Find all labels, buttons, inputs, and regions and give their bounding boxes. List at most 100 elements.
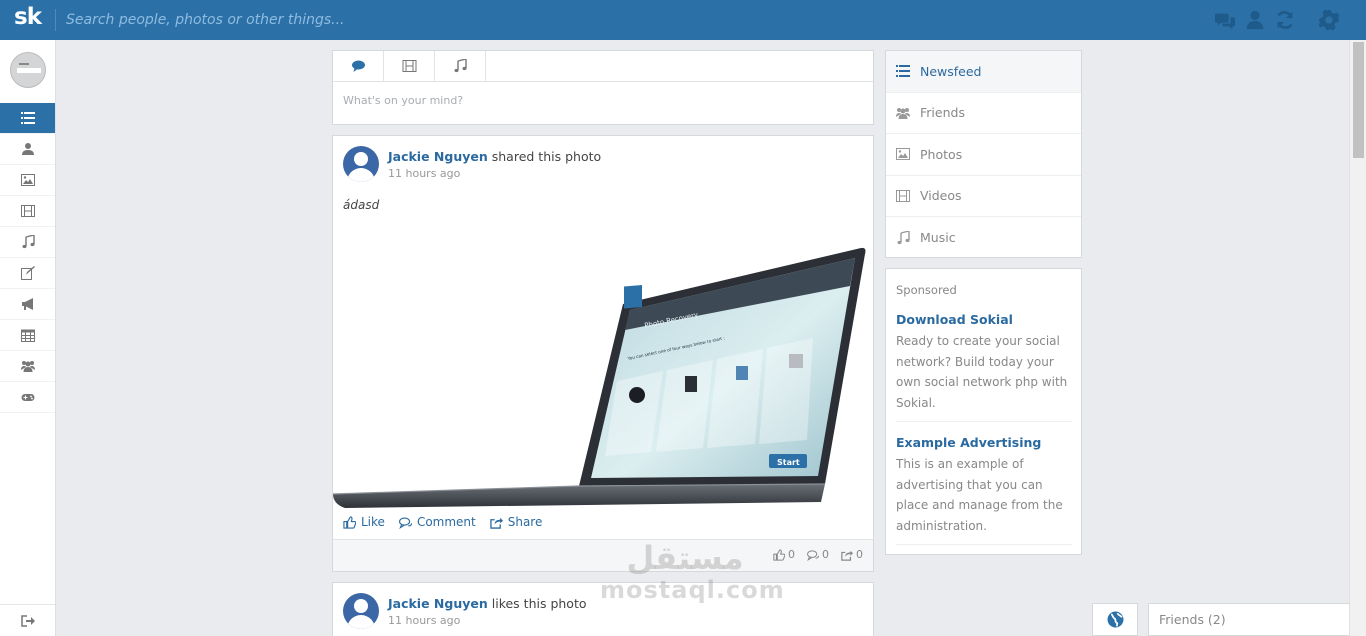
app-logo[interactable]: sk xyxy=(14,4,42,30)
sponsored-panel: Sponsored Download Sokial Ready to creat… xyxy=(885,268,1082,555)
globe-icon xyxy=(1107,611,1123,628)
sidebar-item-games[interactable] xyxy=(0,382,55,413)
chat-globe-button[interactable] xyxy=(1092,603,1138,636)
right-menu-videos[interactable]: Videos xyxy=(886,176,1081,217)
comment-button[interactable]: Comment xyxy=(398,515,476,529)
chat-friends-bar[interactable]: Friends (2) xyxy=(1148,603,1352,636)
avatar[interactable] xyxy=(10,52,46,88)
right-menu-label: Photos xyxy=(920,146,963,162)
users-icon xyxy=(20,361,35,372)
right-nav-menu: Newsfeed Friends Photos Videos Music xyxy=(885,50,1082,258)
ad-item: Example Advertising This is an example o… xyxy=(896,435,1072,536)
sidebar-item-photos[interactable] xyxy=(0,165,55,196)
sidebar-item-profile[interactable] xyxy=(0,134,55,165)
ad-title-link[interactable]: Example Advertising xyxy=(896,435,1072,450)
app-logo-graphic xyxy=(624,284,642,309)
tab-status[interactable] xyxy=(333,51,384,81)
thumbs-up-icon xyxy=(773,548,785,561)
like-label: Like xyxy=(361,515,385,529)
status-input[interactable] xyxy=(343,94,863,107)
sidebar-item-music[interactable] xyxy=(0,227,55,258)
post-header: Jackie Nguyen shared this photo xyxy=(388,149,601,164)
users-icon xyxy=(896,107,910,119)
post-actions: Like Comment Share xyxy=(343,515,542,529)
right-menu-label: Videos xyxy=(920,188,962,204)
comment-label: Comment xyxy=(416,515,476,529)
bullhorn-icon xyxy=(21,298,33,310)
film-icon xyxy=(896,189,910,202)
music-icon xyxy=(454,59,467,73)
comments-count[interactable]: 0 xyxy=(807,548,829,561)
right-menu-newsfeed[interactable]: Newsfeed xyxy=(886,51,1081,93)
user-icon xyxy=(21,143,34,155)
tab-music[interactable] xyxy=(435,51,486,81)
author-name-link[interactable]: Jackie Nguyen xyxy=(388,149,488,164)
share-icon xyxy=(841,550,853,561)
sidebar-item-events[interactable] xyxy=(0,320,55,351)
top-navbar: sk xyxy=(0,0,1366,40)
likes-count[interactable]: 0 xyxy=(773,548,795,561)
like-button[interactable]: Like xyxy=(343,515,385,529)
ad-item: Download Sokial Ready to create your soc… xyxy=(896,312,1072,413)
right-menu-label: Newsfeed xyxy=(920,63,982,79)
comments-icon xyxy=(807,549,819,561)
comment-icon xyxy=(351,60,365,72)
right-menu-friends[interactable]: Friends xyxy=(886,93,1081,134)
right-menu-music[interactable]: Music xyxy=(886,217,1081,259)
list-icon xyxy=(896,65,910,78)
logout-button[interactable] xyxy=(0,604,55,636)
post-header: Jackie Nguyen likes this photo xyxy=(388,596,587,611)
sidebar-item-videos[interactable] xyxy=(0,196,55,227)
post-timestamp[interactable]: 11 hours ago xyxy=(388,167,460,180)
avatar-detail xyxy=(19,63,29,65)
image-icon xyxy=(896,148,910,161)
post-photo[interactable]: Photo Recovery You can select one of fou… xyxy=(333,246,873,508)
avatar-detail xyxy=(17,68,41,73)
author-avatar[interactable] xyxy=(343,593,379,629)
share-icon xyxy=(490,517,503,529)
chat-icon[interactable] xyxy=(1214,9,1236,31)
post-timestamp[interactable]: 11 hours ago xyxy=(388,614,460,627)
tab-video[interactable] xyxy=(384,51,435,81)
share-button[interactable]: Share xyxy=(490,515,542,529)
author-avatar[interactable] xyxy=(343,146,379,182)
gear-icon[interactable] xyxy=(1318,9,1340,31)
right-menu-label: Music xyxy=(920,230,956,246)
page-scrollbar[interactable] xyxy=(1349,40,1366,636)
sidebar-item-ads[interactable] xyxy=(0,289,55,320)
post-stats: 0 0 0 xyxy=(773,548,863,561)
composer-tabs xyxy=(333,51,873,82)
scrollbar-thumb[interactable] xyxy=(1353,42,1364,158)
user-icon[interactable] xyxy=(1244,9,1266,31)
option-usb xyxy=(736,366,748,380)
shares-count-value: 0 xyxy=(856,548,863,561)
shares-count[interactable]: 0 xyxy=(841,548,863,561)
sidebar-item-blog[interactable] xyxy=(0,258,55,289)
post-card: Jackie Nguyen likes this photo 11 hours … xyxy=(332,582,874,636)
author-name-link[interactable]: Jackie Nguyen xyxy=(388,596,488,611)
sidebar-item-newsfeed[interactable] xyxy=(0,103,55,134)
option-card xyxy=(685,376,697,392)
search-input[interactable] xyxy=(66,9,666,31)
avatar-head xyxy=(354,599,368,613)
refresh-icon[interactable] xyxy=(1274,9,1296,31)
comments-icon xyxy=(398,516,412,529)
option-drive xyxy=(789,354,803,368)
right-menu-photos[interactable]: Photos xyxy=(886,134,1081,176)
sidebar-item-groups[interactable] xyxy=(0,351,55,382)
app-start-label: Start xyxy=(777,458,800,467)
ad-divider xyxy=(896,544,1072,545)
navbar-divider xyxy=(55,9,56,31)
likes-count-value: 0 xyxy=(788,548,795,561)
music-icon xyxy=(22,235,35,249)
ad-title-link[interactable]: Download Sokial xyxy=(896,312,1072,327)
post-text: ádasd xyxy=(343,198,380,212)
gamepad-icon xyxy=(21,394,34,401)
ad-body: Ready to create your social network? Bui… xyxy=(896,334,1068,410)
laptop-base xyxy=(333,484,825,508)
post-card: Jackie Nguyen shared this photo 11 hours… xyxy=(332,135,874,572)
comments-count-value: 0 xyxy=(822,548,829,561)
post-composer xyxy=(332,50,874,125)
post-action-text: likes this photo xyxy=(491,596,587,611)
avatar-body xyxy=(347,615,375,629)
